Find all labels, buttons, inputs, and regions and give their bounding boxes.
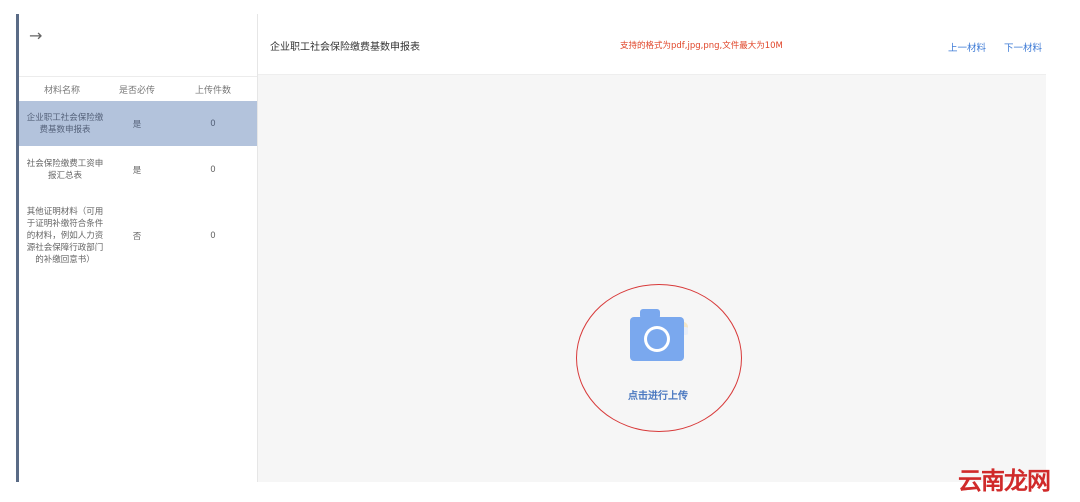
column-header-count: 上传件数 <box>194 85 231 96</box>
material-row[interactable]: 社会保险缴费工资申报汇总表 是 0 <box>19 148 257 192</box>
format-hint: 支持的格式为pdf,jpg,png,文件最大为10M <box>620 41 783 51</box>
panel-header: 企业职工社会保险缴费基数申报表 支持的格式为pdf,jpg,png,文件最大为1… <box>258 14 1046 75</box>
upload-label[interactable]: 点击进行上传 <box>618 387 698 402</box>
material-required: 否 <box>132 232 142 242</box>
material-required: 是 <box>132 119 142 130</box>
material-row[interactable]: 企业职工社会保险缴费基数申报表 是 0 <box>19 101 257 146</box>
column-header-required: 是否必传 <box>118 85 155 96</box>
upload-area[interactable]: 点击进行上传 <box>258 75 1046 482</box>
material-name: 企业职工社会保险缴费基数申报表 <box>26 112 104 135</box>
material-count: 0 <box>210 231 216 241</box>
material-required: 是 <box>132 166 142 176</box>
camera-icon[interactable] <box>628 307 688 365</box>
column-header-name: 材料名称 <box>43 85 80 96</box>
next-material-link[interactable]: 下一材料 <box>1004 40 1042 54</box>
material-name: 其他证明材料（可用于证明补缴符合条件的材料，例如人力资源社会保障行政部门的补缴回… <box>26 207 104 265</box>
material-count: 0 <box>210 165 216 175</box>
material-row[interactable]: 其他证明材料（可用于证明补缴符合条件的材料，例如人力资源社会保障行政部门的补缴回… <box>19 198 257 274</box>
back-arrow-icon[interactable]: → <box>29 26 49 46</box>
previous-material-link[interactable]: 上一材料 <box>948 40 986 54</box>
material-name: 社会保险缴费工资申报汇总表 <box>26 159 104 181</box>
upload-panel: 企业职工社会保险缴费基数申报表 支持的格式为pdf,jpg,png,文件最大为1… <box>258 14 1046 482</box>
materials-table-header: 材料名称 是否必传 上传件数 <box>19 76 257 101</box>
watermark-logo: 云南龙网 <box>958 467 1051 495</box>
material-count: 0 <box>210 118 216 129</box>
document-title: 企业职工社会保险缴费基数申报表 <box>270 42 420 53</box>
materials-sidebar: → 材料名称 是否必传 上传件数 企业职工社会保险缴费基数申报表 是 0 社会保… <box>19 14 258 482</box>
